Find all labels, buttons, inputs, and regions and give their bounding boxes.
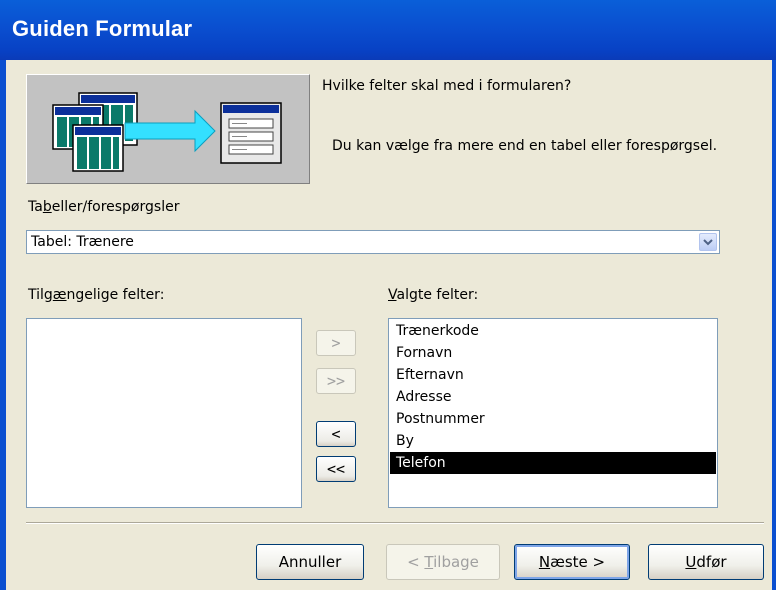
remove-all-button[interactable]: << xyxy=(316,456,356,482)
selected-fields-label: Valgte felter: xyxy=(388,287,479,303)
selected-field-item[interactable]: Postnummer xyxy=(390,408,716,430)
add-all-button[interactable]: >> xyxy=(316,368,356,394)
tables-to-form-icon xyxy=(52,92,282,172)
window-title: Guiden Formular xyxy=(12,16,193,41)
selected-fields-items: Trænerkode Fornavn Efternavn Adresse Postnum… xyxy=(389,320,717,474)
selected-fields-list[interactable]: Trænerkode Fornavn Efternavn Adresse Postnum… xyxy=(388,318,718,508)
window-frame-right xyxy=(772,60,776,590)
dropdown-button[interactable] xyxy=(699,233,717,251)
next-button[interactable]: Næste > xyxy=(514,544,630,580)
remove-one-button[interactable]: < xyxy=(316,421,356,447)
window-frame-left xyxy=(0,60,6,590)
title-bar: Guiden Formular xyxy=(0,0,776,60)
tables-combobox[interactable]: Tabel: Trænere xyxy=(26,230,720,254)
wizard-illustration xyxy=(26,74,310,184)
back-button[interactable]: < Tilbage xyxy=(386,544,500,580)
selected-field-item[interactable]: By xyxy=(390,430,716,452)
selected-field-item[interactable]: Trænerkode xyxy=(390,320,716,342)
selected-field-item[interactable]: Telefon xyxy=(390,452,716,474)
available-fields-list[interactable] xyxy=(26,318,302,508)
tables-label: Tabeller/forespørgsler xyxy=(28,199,180,215)
tables-combobox-value: Tabel: Trænere xyxy=(31,234,134,250)
available-fields-label: Tilgængelige felter: xyxy=(28,287,165,303)
wizard-question: Hvilke felter skal med i formularen? xyxy=(322,78,572,94)
finish-button[interactable]: Udfør xyxy=(648,544,764,580)
separator xyxy=(26,522,764,524)
add-one-button[interactable]: > xyxy=(316,330,356,356)
selected-field-item[interactable]: Adresse xyxy=(390,386,716,408)
wizard-hint: Du kan vælge fra mere end en tabel eller… xyxy=(332,138,718,154)
selected-field-item[interactable]: Fornavn xyxy=(390,342,716,364)
cancel-button[interactable]: Annuller xyxy=(256,544,364,580)
chevron-down-icon xyxy=(703,239,713,246)
selected-field-item[interactable]: Efternavn xyxy=(390,364,716,386)
